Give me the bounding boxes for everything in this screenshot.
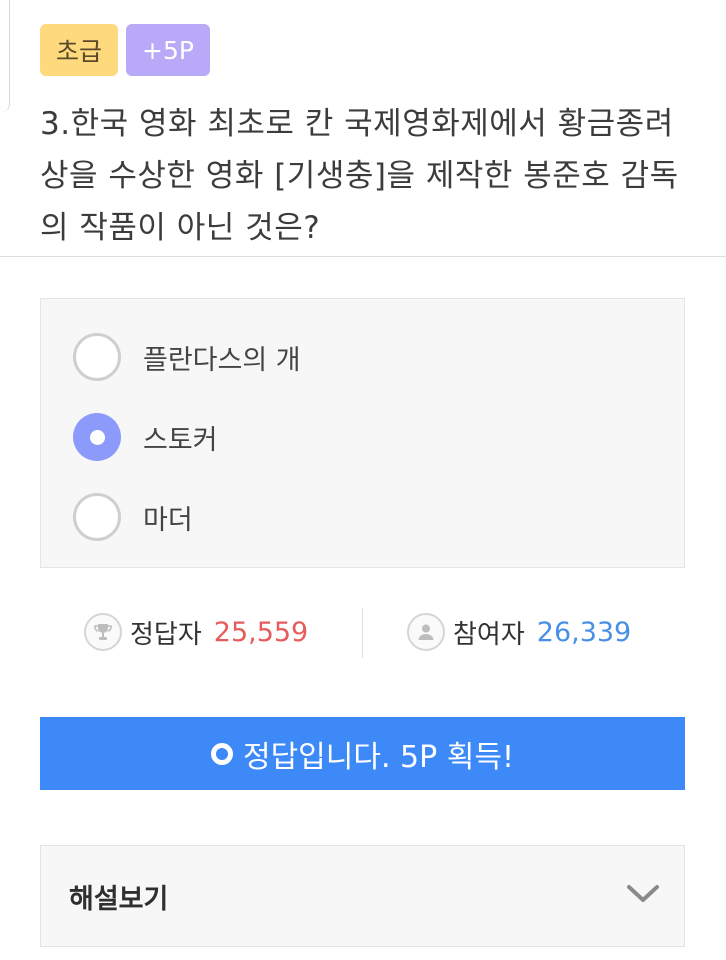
stats-divider (362, 608, 363, 658)
participants-label: 참여자 (453, 619, 525, 650)
option-label: 플란다스의 개 (143, 344, 301, 376)
circle-icon (210, 742, 233, 765)
option-label: 스토커 (143, 424, 218, 456)
points-badge: +5P (126, 24, 210, 76)
option-label: 마더 (143, 504, 193, 536)
question-text: 3.한국 영화 최초로 칸 국제영화제에서 황금종려상을 수상한 영화 [기생충… (40, 106, 679, 246)
badge-group: 초급 +5P (40, 24, 210, 76)
level-badge: 초급 (40, 24, 119, 76)
chevron-down-icon[interactable] (626, 883, 660, 909)
radio-unselected-icon[interactable] (73, 333, 121, 381)
answer-stats: 정답자 25,559 참여자 26,339 (40, 604, 685, 660)
trophy-icon (84, 613, 122, 651)
previous-card-edge (0, 0, 10, 112)
participants-count-stat: 참여자 26,339 (407, 604, 631, 660)
explanation-label: 해설보기 (69, 883, 169, 915)
correct-label: 정답자 (130, 619, 202, 650)
answer-options: 플란다스의 개 스토커 마더 (40, 298, 685, 568)
participants-count: 26,339 (536, 616, 632, 648)
correct-count: 25,559 (213, 616, 309, 648)
section-divider (0, 256, 726, 257)
result-label: 정답입니다. 5P 획득! (242, 739, 514, 775)
person-icon (407, 613, 445, 651)
radio-selected-icon[interactable] (73, 413, 121, 461)
explanation-toggle[interactable]: 해설보기 (40, 845, 685, 947)
option-3[interactable]: 마더 (73, 490, 193, 544)
correct-count-stat: 정답자 25,559 (84, 604, 308, 660)
option-1[interactable]: 플란다스의 개 (73, 330, 301, 384)
radio-unselected-icon[interactable] (73, 493, 121, 541)
option-2[interactable]: 스토커 (73, 410, 218, 464)
correct-answer-button[interactable]: 정답입니다. 5P 획득! (40, 717, 685, 790)
